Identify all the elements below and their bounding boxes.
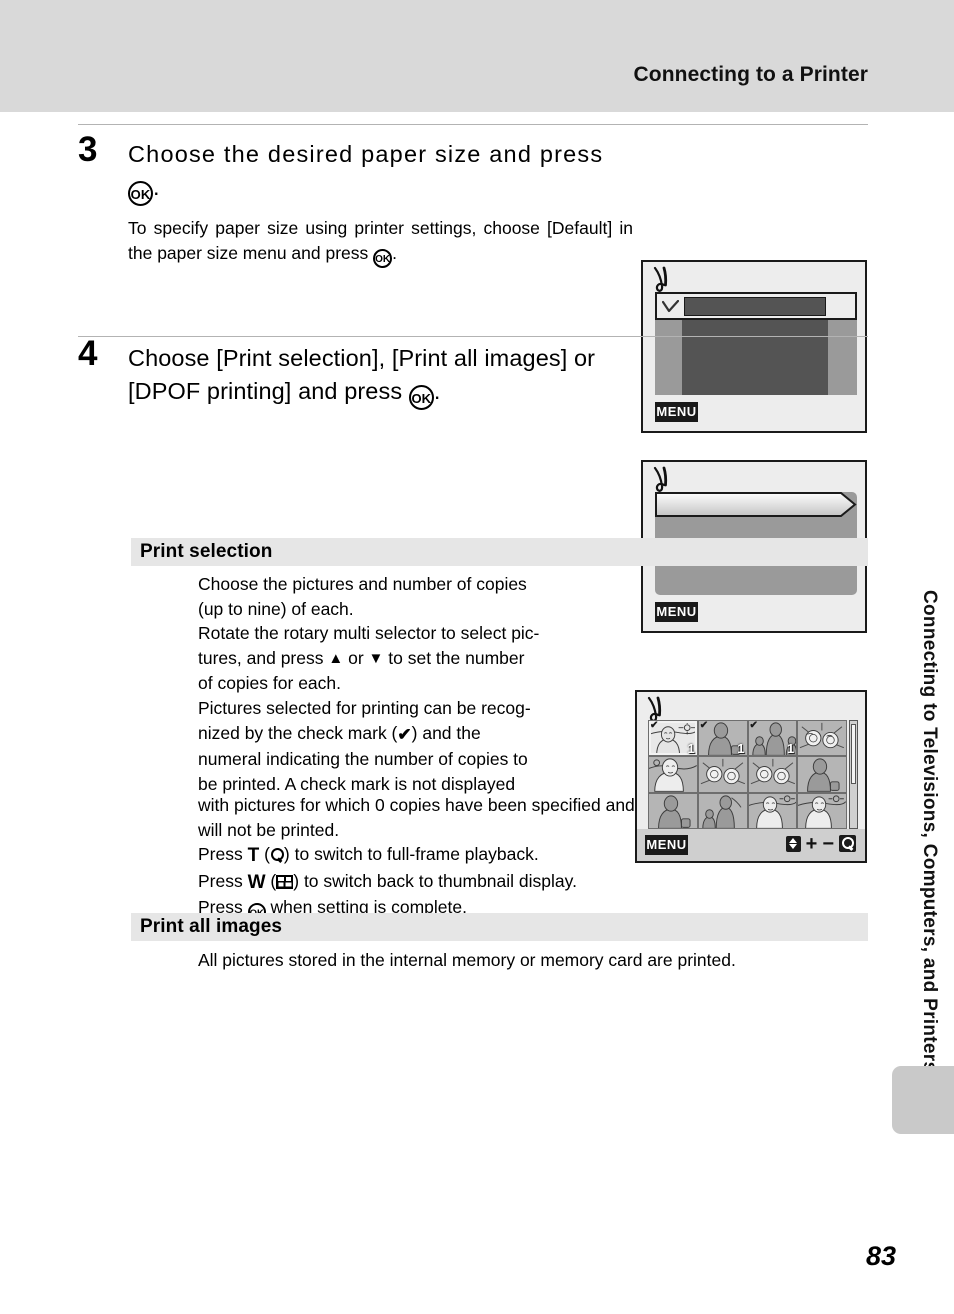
- thumbnail-cell[interactable]: [748, 793, 797, 828]
- step-4: 4 Choose [Print selection], [Print all i…: [78, 336, 638, 410]
- thumbnail-cell[interactable]: [649, 757, 697, 792]
- thumbnail-cell[interactable]: ✔ 1: [748, 721, 797, 756]
- minus-icon[interactable]: −: [822, 834, 834, 854]
- pictbridge-icon: [653, 466, 668, 492]
- menu-selected-row[interactable]: [655, 292, 857, 320]
- step-3-heading: Choose the desired paper size and press …: [128, 138, 633, 206]
- body-line-press-w: Press W () to switch back to thumbnail d…: [198, 869, 868, 896]
- menu-right-panel: [828, 320, 857, 395]
- thumbnail-cell[interactable]: [748, 757, 797, 792]
- press-t-rest: ) to switch to full-frame playback.: [283, 844, 539, 865]
- thumbnail-cell[interactable]: [698, 757, 747, 792]
- press-word: Press: [198, 844, 243, 865]
- arrow-down-icon: ▼: [368, 649, 384, 667]
- plus-icon[interactable]: +: [806, 834, 818, 854]
- step-3: 3 Choose the desired paper size and pres…: [78, 132, 633, 268]
- magnifier-icon: [270, 848, 284, 862]
- ok-button-icon: OK: [128, 181, 153, 206]
- thumbnail-cell[interactable]: [798, 721, 846, 756]
- checkmark-icon: ✔: [749, 721, 758, 731]
- body-line-text: tures, and press: [198, 647, 324, 668]
- menu-selected-row[interactable]: [655, 492, 857, 517]
- menu-content-panel: [682, 320, 828, 395]
- body-line: Choose the pictures and number of copies: [198, 574, 527, 594]
- checkmark-icon: ✔: [699, 721, 709, 731]
- press-w-rest: ) to switch back to thumbnail display.: [293, 870, 577, 891]
- rule-above-step-3: [78, 124, 868, 125]
- menu-badge[interactable]: MENU: [655, 602, 698, 622]
- w-button-label: W: [247, 871, 266, 893]
- ok-button-icon: OK: [373, 249, 393, 268]
- lcd-paper-size-menu: MENU: [641, 260, 867, 433]
- thumbnail-cell[interactable]: [798, 757, 846, 792]
- body-line: nized by the check mark (✔) and the: [198, 721, 598, 748]
- step-3-body-period: .: [392, 243, 398, 263]
- body-line-text: ) and the: [411, 722, 481, 743]
- menu-badge[interactable]: MENU: [655, 402, 698, 422]
- body-line: tures, and press ▲ or ▼ to set the numbe…: [198, 646, 598, 672]
- body-line: Pictures selected for printing can be re…: [198, 697, 531, 718]
- chapter-tab-label: Connecting to Televisions, Computers, an…: [919, 590, 940, 1073]
- rule-between-steps: [78, 336, 868, 337]
- magnifier-icon[interactable]: [839, 835, 856, 852]
- or-word: or: [348, 647, 364, 668]
- up-down-icon[interactable]: [785, 835, 801, 852]
- section-body-print-all-images: All pictures stored in the internal memo…: [198, 950, 736, 970]
- menu-badge[interactable]: MENU: [645, 835, 688, 855]
- ok-button-icon: OK: [408, 385, 434, 410]
- body-line-text: to set the number: [388, 647, 525, 668]
- step-4-number: 4: [78, 334, 98, 373]
- section-body-print-selection: Choose the pictures and number of copies…: [198, 572, 598, 796]
- lcd-print-selection-thumbnails: ✔ 1 ✔ 1 ✔ 1 MENU + −: [635, 690, 867, 863]
- lcd-bottom-bar: MENU + −: [637, 829, 865, 861]
- thumbnail-cell[interactable]: [798, 793, 846, 828]
- copy-count: 1: [787, 741, 795, 756]
- step-3-number: 3: [78, 130, 98, 169]
- thumbnail-grid[interactable]: ✔ 1 ✔ 1 ✔ 1: [648, 720, 847, 829]
- copy-count: 1: [737, 741, 745, 756]
- body-line: Rotate the rotary multi selector to sele…: [198, 623, 540, 644]
- thumbnail-cell[interactable]: [698, 793, 747, 828]
- step-4-heading-period: .: [433, 378, 441, 404]
- step-3-heading-text: Choose the desired paper size and press: [128, 141, 604, 167]
- pictbridge-icon: [647, 696, 662, 722]
- t-button-label: T: [247, 845, 260, 867]
- step-3-body: To specify paper size using printer sett…: [128, 216, 633, 268]
- thumbnail-cell[interactable]: ✔ 1: [698, 721, 747, 756]
- press-word: Press: [198, 870, 243, 891]
- body-line: of copies for each.: [198, 673, 341, 694]
- section-header-print-selection: Print selection: [131, 538, 868, 566]
- section-header-print-all-images: Print all images: [131, 913, 868, 941]
- step-3-heading-period: .: [153, 174, 160, 200]
- arrow-up-icon: ▲: [328, 649, 344, 667]
- scrollbar-thumb[interactable]: [851, 724, 856, 784]
- step-4-heading-text: Choose [Print selection], [Print all ima…: [128, 345, 596, 404]
- chapter-tab-marker: [892, 1066, 954, 1134]
- page-content: 3 Choose the desired paper size and pres…: [0, 112, 954, 1314]
- body-line-text: nized by the check mark (: [198, 722, 398, 743]
- page-header-band: Connecting to a Printer: [0, 0, 954, 112]
- menu-row-value: [684, 296, 826, 316]
- body-line: numeral indicating the number of copies …: [198, 749, 528, 770]
- checkmark-icon: ✔: [650, 721, 659, 731]
- page-number: 83: [865, 1241, 896, 1271]
- pictbridge-icon: [653, 266, 668, 292]
- page-title: Connecting to a Printer: [633, 63, 868, 86]
- step-4-heading: Choose [Print selection], [Print all ima…: [128, 342, 638, 410]
- copy-count: 1: [687, 741, 695, 756]
- body-line: (up to nine) of each.: [198, 598, 354, 619]
- thumbnail-grid-icon: [276, 874, 294, 889]
- menu-left-panel: [655, 320, 682, 395]
- checkmark-icon: ✔: [397, 724, 412, 744]
- checkmark-icon: [657, 294, 684, 318]
- lcd-controls: + −: [785, 834, 856, 854]
- thumbnail-cell[interactable]: [649, 793, 697, 828]
- scrollbar[interactable]: [849, 720, 858, 829]
- thumbnail-cell[interactable]: ✔ 1: [649, 721, 697, 756]
